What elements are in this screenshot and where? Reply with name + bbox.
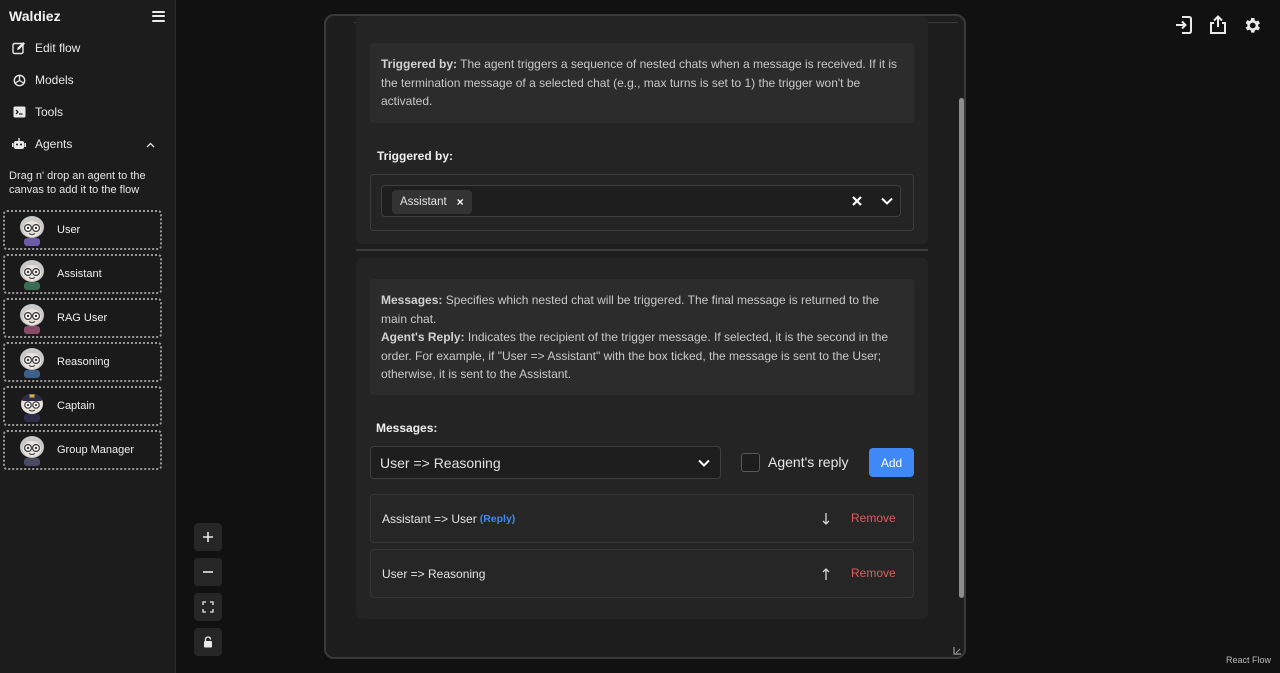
agent-card-assistant[interactable]: Assistant	[3, 254, 162, 294]
triggered-by-field-wrapper: Assistant ×	[370, 174, 914, 231]
agent-card-label: Reasoning	[57, 356, 110, 368]
agents-reply-label[interactable]: Agent's reply	[768, 454, 849, 470]
lock-icon[interactable]	[194, 628, 222, 656]
remove-message-button[interactable]: Remove	[851, 511, 896, 525]
agents-reply-checkbox[interactable]	[741, 453, 760, 472]
zoom-in-icon[interactable]	[194, 523, 222, 551]
sidebar-item-label: Agents	[35, 137, 73, 151]
sidebar-item-agents[interactable]: Agents	[0, 128, 175, 160]
message-row: User => Reasoning Remove	[370, 549, 914, 598]
triggered-by-multiselect[interactable]: Assistant ×	[381, 185, 901, 217]
sidebar-item-label: Models	[35, 73, 74, 87]
agent-card-group-manager[interactable]: Group Manager	[3, 430, 162, 470]
zoom-out-icon[interactable]	[194, 558, 222, 586]
agent-list: User Assistant RAG User Reasoning Captai…	[0, 210, 175, 470]
agent-card-captain[interactable]: Captain	[3, 386, 162, 426]
sidebar-item-models[interactable]: Models	[0, 64, 175, 96]
messages-label: Messages:	[376, 421, 438, 435]
messages-info-title: Messages:	[381, 293, 443, 307]
triggered-by-info: Triggered by: The agent triggers a seque…	[370, 43, 914, 123]
triggered-by-panel: Triggered by: The agent triggers a seque…	[356, 16, 928, 244]
agents-drag-hint: Drag n' drop an agent to the canvas to a…	[9, 170, 146, 196]
agent-card-label: User	[57, 224, 81, 236]
import-icon[interactable]	[1174, 14, 1194, 36]
remove-message-button[interactable]: Remove	[851, 566, 896, 580]
agent-card-label: RAG User	[57, 312, 108, 324]
group-manager-avatar-icon	[20, 436, 44, 466]
sidebar-header: Waldiez	[0, 0, 175, 32]
sidebar-item-label: Tools	[35, 105, 64, 119]
agent-card-user[interactable]: User	[3, 210, 162, 250]
messages-info: Messages: Specifies which nested chat wi…	[370, 279, 914, 395]
agent-card-label: Group Manager	[57, 444, 135, 456]
nested-chats-modal: Triggered by: The agent triggers a seque…	[324, 14, 966, 659]
captain-avatar-icon	[21, 394, 43, 422]
app-title: Waldiez	[9, 8, 61, 24]
chevron-down-icon	[698, 459, 710, 467]
canvas-controls	[194, 523, 222, 656]
models-icon	[12, 73, 26, 87]
terminal-icon	[12, 105, 26, 119]
edit-icon	[12, 41, 26, 55]
agent-card-label: Assistant	[57, 268, 102, 280]
selected-agent-chip: Assistant ×	[392, 190, 472, 214]
move-down-icon[interactable]	[817, 510, 835, 528]
robot-icon	[12, 137, 26, 151]
agent-card-rag-user[interactable]: RAG User	[3, 298, 162, 338]
section-divider	[356, 249, 928, 251]
message-row: Assistant => User (Reply) Remove	[370, 494, 914, 543]
modal-scrollbar[interactable]	[959, 98, 964, 598]
resize-handle-icon[interactable]	[953, 646, 962, 655]
clear-selection-icon[interactable]	[849, 193, 865, 209]
chevron-up-icon[interactable]	[146, 137, 155, 151]
app-root: Waldiez Edit flow Models Tools Agents Dr…	[0, 0, 1280, 673]
message-select[interactable]: User => Reasoning	[370, 446, 721, 479]
chip-label: Assistant	[400, 196, 447, 208]
reply-tag: (Reply)	[479, 512, 516, 525]
sidebar-item-tools[interactable]: Tools	[0, 96, 175, 128]
fit-view-icon[interactable]	[194, 593, 222, 621]
settings-icon[interactable]	[1242, 14, 1262, 36]
message-row-text: Assistant => User	[382, 511, 477, 526]
messages-info-text: Specifies which nested chat will be trig…	[381, 293, 880, 326]
message-select-value: User => Reasoning	[380, 454, 501, 471]
message-row-text: User => Reasoning	[382, 566, 486, 581]
add-message-button[interactable]: Add	[869, 448, 914, 477]
user-avatar-icon	[20, 216, 44, 246]
reasoning-avatar-icon	[20, 348, 44, 378]
chevron-down-icon[interactable]	[880, 194, 894, 208]
agent-card-label: Captain	[57, 400, 95, 412]
triggered-by-info-text: The agent triggers a sequence of nested …	[381, 57, 898, 108]
assistant-avatar-icon	[20, 260, 44, 290]
share-icon[interactable]	[1208, 14, 1228, 36]
top-toolbar	[1174, 14, 1262, 36]
react-flow-attribution[interactable]: React Flow	[1226, 655, 1271, 665]
remove-chip-icon[interactable]: ×	[457, 195, 464, 209]
sidebar-item-label: Edit flow	[35, 41, 81, 55]
rag-user-avatar-icon	[20, 304, 44, 334]
sidebar: Waldiez Edit flow Models Tools Agents Dr…	[0, 0, 176, 673]
sidebar-item-edit-flow[interactable]: Edit flow	[0, 32, 175, 64]
agents-reply-info-title: Agent's Reply:	[381, 330, 465, 344]
triggered-by-info-title: Triggered by:	[381, 57, 458, 71]
triggered-by-label: Triggered by:	[377, 149, 454, 163]
agent-card-reasoning[interactable]: Reasoning	[3, 342, 162, 382]
move-up-icon[interactable]	[817, 565, 835, 583]
menu-icon[interactable]	[152, 10, 165, 22]
